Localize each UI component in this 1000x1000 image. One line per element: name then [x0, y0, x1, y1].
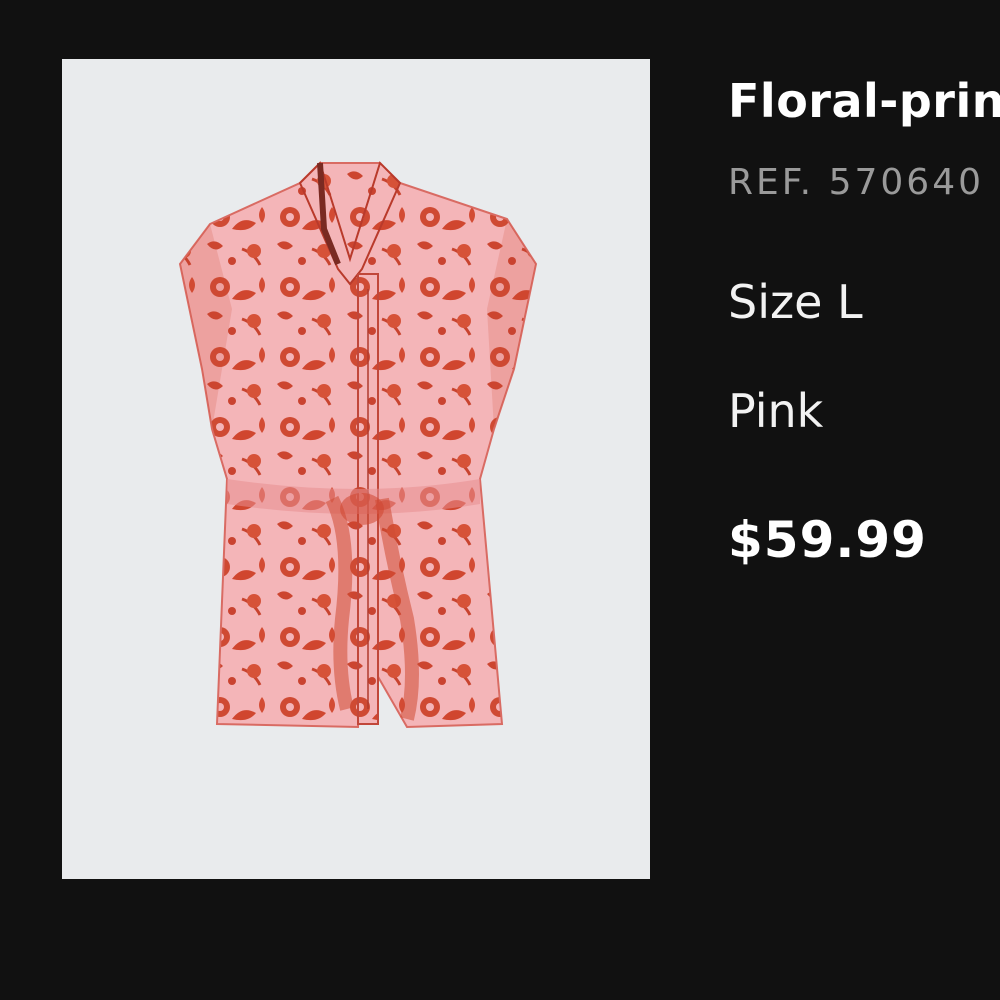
- product-price: $59.99: [728, 511, 927, 569]
- floral-shirt-illustration: [178, 161, 538, 729]
- product-reference: REF. 570640: [728, 162, 984, 203]
- product-title[interactable]: Floral-prin: [728, 74, 1000, 128]
- product-size: Size L: [728, 275, 863, 329]
- product-details: Floral-prin REF. 570640 Size L Pink $59.…: [728, 0, 1000, 1000]
- product-image[interactable]: [62, 59, 650, 879]
- product-screen: Floral-prin REF. 570640 Size L Pink $59.…: [0, 0, 1000, 1000]
- product-color: Pink: [728, 384, 824, 438]
